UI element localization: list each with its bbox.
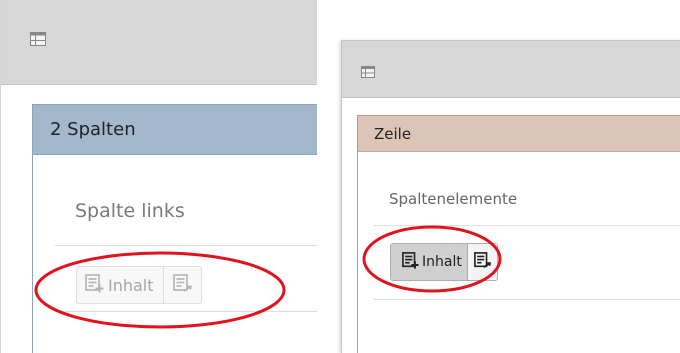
grid-container: Zeile Spaltenelemente Inhalt [357, 115, 680, 353]
grid-title: 2 Spalten [50, 119, 136, 140]
panel-header [1, 0, 317, 85]
panel-header [342, 41, 680, 98]
add-content-label: Inhalt [108, 275, 154, 295]
paste-reference-icon [473, 251, 493, 273]
paste-button[interactable] [164, 267, 201, 303]
add-content-button[interactable]: Inhalt [77, 267, 164, 303]
paste-button[interactable] [467, 244, 497, 280]
add-content-button[interactable]: Inhalt [391, 244, 468, 280]
right-panel: Zeile Spaltenelemente Inhalt [341, 40, 680, 353]
new-content-icon [402, 251, 419, 273]
divider [373, 225, 680, 226]
left-panel: 2 Spalten Spalte links Inhalt [0, 0, 317, 353]
layout-table-icon[interactable] [361, 63, 375, 82]
paste-reference-icon [172, 273, 193, 297]
divider [373, 299, 680, 300]
divider [55, 311, 317, 312]
grid-container: 2 Spalten Spalte links Inhalt [32, 104, 317, 353]
add-content-label: Inhalt [422, 254, 462, 270]
layout-table-icon[interactable] [30, 31, 46, 50]
grid-title: Zeile [374, 125, 412, 143]
column-label: Spalte links [75, 200, 185, 222]
grid-title-bar: 2 Spalten [33, 105, 317, 155]
column-label: Spaltenelemente [389, 190, 518, 208]
content-button-group: Inhalt [390, 243, 498, 281]
content-button-group: Inhalt [76, 266, 202, 304]
divider [55, 245, 317, 246]
new-content-icon [85, 273, 104, 297]
grid-title-bar: Zeile [358, 116, 680, 152]
